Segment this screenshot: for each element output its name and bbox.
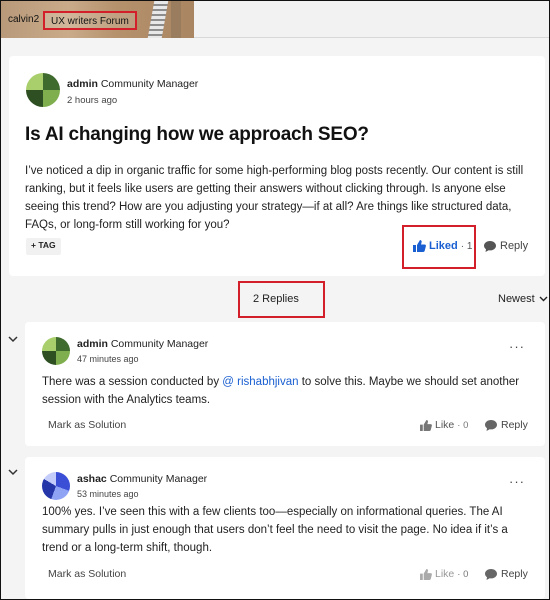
- like-count: · 1: [460, 240, 473, 252]
- thumbs-up-icon: [413, 240, 426, 252]
- speech-bubble-icon: [485, 568, 497, 580]
- post-title: Is AI changing how we approach SEO?: [25, 124, 369, 145]
- add-tag-button[interactable]: + TAG: [26, 238, 61, 255]
- reply-button[interactable]: Reply: [485, 568, 528, 580]
- breadcrumb: calvin2 UX writers Forum: [1, 1, 549, 38]
- reply-button[interactable]: Reply: [485, 419, 528, 431]
- thumbs-up-icon: [420, 419, 432, 431]
- banner-pen-shadow: [171, 1, 181, 38]
- post-timestamp: 2 hours ago: [67, 95, 118, 106]
- reply-label: Reply: [501, 568, 528, 580]
- avatar[interactable]: [42, 472, 70, 500]
- author-role: Community Manager: [110, 338, 209, 350]
- post-body: I’ve noticed a dip in organic traffic fo…: [25, 165, 524, 231]
- like-label: Liked: [429, 240, 458, 252]
- reply-card: ashac Community Manager 53 minutes ago ·…: [25, 457, 545, 599]
- author-role: Community Manager: [109, 473, 208, 485]
- reply-card: admin Community Manager 47 minutes ago ·…: [25, 322, 545, 446]
- author-name[interactable]: ashac: [77, 473, 107, 485]
- reply-author-line: ashac Community Manager: [77, 473, 207, 485]
- like-count: · 0: [457, 568, 469, 580]
- replies-count: 2 Replies: [253, 293, 299, 305]
- sort-label: Newest: [498, 293, 535, 305]
- mark-as-solution-button[interactable]: Mark as Solution: [48, 568, 126, 580]
- reply-timestamp: 53 minutes ago: [77, 489, 139, 499]
- like-button[interactable]: Liked · 1: [413, 240, 472, 252]
- author-role: Community Manager: [100, 78, 199, 90]
- reply-button[interactable]: Reply: [484, 240, 528, 252]
- author-name[interactable]: admin: [77, 338, 108, 350]
- like-count: · 0: [457, 419, 469, 431]
- chevron-down-icon: [539, 296, 548, 302]
- reply-label: Reply: [501, 419, 528, 431]
- avatar[interactable]: [26, 73, 60, 107]
- breadcrumb-user-link[interactable]: calvin2: [8, 14, 39, 25]
- main-post-card: admin Community Manager 2 hours ago Is A…: [9, 56, 545, 276]
- thumbs-up-icon: [420, 568, 432, 580]
- speech-bubble-icon: [485, 419, 497, 431]
- forum-page: calvin2 UX writers Forum admin Community…: [0, 0, 550, 600]
- speech-bubble-icon: [484, 240, 496, 252]
- reply-author-line: admin Community Manager: [77, 338, 208, 350]
- author-name[interactable]: admin: [67, 78, 98, 90]
- like-button[interactable]: Like · 0: [420, 568, 468, 580]
- collapse-reply-chevron-icon[interactable]: [7, 335, 19, 347]
- collapse-reply-chevron-icon[interactable]: [7, 468, 19, 480]
- like-label: Like: [435, 419, 455, 431]
- post-author-line: admin Community Manager: [67, 78, 198, 90]
- reply-timestamp: 47 minutes ago: [77, 354, 139, 364]
- user-mention-link[interactable]: @ rishabhjivan: [222, 376, 298, 388]
- avatar[interactable]: [42, 337, 70, 365]
- reply-text-start: There was a session conducted by: [42, 376, 223, 388]
- sort-dropdown[interactable]: Newest: [498, 293, 548, 305]
- banner-pen-graphic: [147, 1, 169, 38]
- reply-text: 100% yes. I’ve seen this with a few clie…: [42, 506, 508, 554]
- like-label: Like: [435, 568, 455, 580]
- more-options-icon[interactable]: ···: [509, 340, 525, 353]
- more-options-icon[interactable]: ···: [509, 475, 525, 488]
- reply-label: Reply: [500, 240, 529, 252]
- mark-as-solution-button[interactable]: Mark as Solution: [48, 419, 126, 431]
- reply-text: There was a session conducted by @ risha…: [42, 373, 537, 409]
- breadcrumb-forum-link[interactable]: UX writers Forum: [43, 11, 137, 30]
- like-button[interactable]: Like · 0: [420, 419, 468, 431]
